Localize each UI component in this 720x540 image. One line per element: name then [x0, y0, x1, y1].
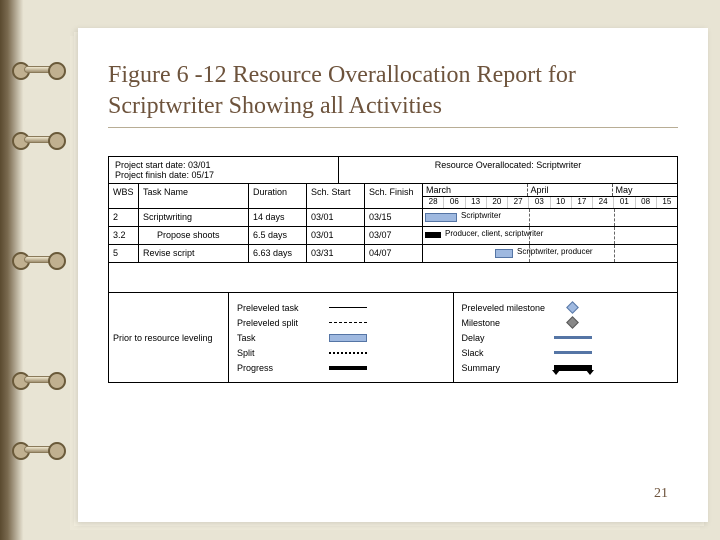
report-table: Project start date: 03/01 Project finish…	[108, 156, 678, 383]
cell-start: 03/01	[307, 209, 365, 226]
col-fin: Sch. Finish	[365, 184, 423, 208]
cell-wbs: 3.2	[109, 227, 139, 244]
gantt-resources: Producer, client, scriptwriter	[445, 229, 543, 238]
cell-duration: 14 days	[249, 209, 307, 226]
cell-gantt: Scriptwriter	[423, 209, 677, 226]
legend-item: Progress	[237, 361, 445, 374]
month-may: May	[613, 184, 678, 196]
table-row: 5Revise script6.63 days03/3104/07 Scriptw…	[109, 245, 677, 263]
legend-item: Preleveled task	[237, 301, 445, 314]
col-task: Task Name	[139, 184, 249, 208]
day-col: 10	[551, 197, 572, 208]
day-col: 06	[444, 197, 465, 208]
cell-gantt: Producer, client, scriptwriter	[423, 227, 677, 244]
legend-item: Delay	[462, 331, 670, 344]
page-number: 21	[654, 486, 668, 502]
cell-start: 03/01	[307, 227, 365, 244]
gantt-bar	[495, 249, 513, 258]
cell-finish: 03/07	[365, 227, 423, 244]
legend-item: Split	[237, 346, 445, 359]
day-col: 13	[466, 197, 487, 208]
legend-item: Milestone	[462, 316, 670, 329]
column-headers: WBS Task Name Duration Sch. Start Sch. F…	[109, 184, 677, 209]
day-col: 27	[508, 197, 529, 208]
slide-page: Figure 6 -12 Resource Overallocation Rep…	[78, 28, 708, 522]
day-col: 01	[614, 197, 635, 208]
figure-title: Figure 6 -12 Resource Overallocation Rep…	[108, 60, 678, 128]
day-col: 24	[593, 197, 614, 208]
day-col: 17	[572, 197, 593, 208]
legend-item: Summary	[462, 361, 670, 374]
project-start-date: Project start date: 03/01	[115, 160, 332, 170]
legend-left-label: Prior to resource leveling	[109, 293, 229, 382]
cell-wbs: 2	[109, 209, 139, 226]
table-row: 2Scriptwriting14 days03/0103/15 Scriptwri…	[109, 209, 677, 227]
overallocated-label: Resource Overallocated: Scriptwriter	[339, 157, 677, 183]
day-col: 15	[657, 197, 677, 208]
timeline-header: March April May 280613202703101724010815	[423, 184, 677, 208]
day-col: 03	[529, 197, 550, 208]
legend-item: Slack	[462, 346, 670, 359]
gantt-resources: Scriptwriter	[461, 211, 501, 220]
legend-item: Preleveled milestone	[462, 301, 670, 314]
cell-gantt: Scriptwriter, producer	[423, 245, 677, 262]
cell-task: Revise script	[139, 245, 249, 262]
cell-task: Propose shoots	[139, 227, 249, 244]
legend: Prior to resource leveling Preleveled ta…	[109, 293, 677, 382]
month-march: March	[423, 184, 528, 196]
cell-start: 03/31	[307, 245, 365, 262]
table-row: 3.2Propose shoots6.5 days03/0103/07 Produ…	[109, 227, 677, 245]
col-dur: Duration	[249, 184, 307, 208]
project-finish-date: Project finish date: 05/17	[115, 170, 332, 180]
cell-finish: 03/15	[365, 209, 423, 226]
cell-finish: 04/07	[365, 245, 423, 262]
day-col: 28	[423, 197, 444, 208]
day-col: 08	[636, 197, 657, 208]
cell-duration: 6.5 days	[249, 227, 307, 244]
col-wbs: WBS	[109, 184, 139, 208]
gantt-bar	[425, 213, 457, 222]
legend-item: Task	[237, 331, 445, 344]
cell-wbs: 5	[109, 245, 139, 262]
col-start: Sch. Start	[307, 184, 365, 208]
cell-task: Scriptwriting	[139, 209, 249, 226]
day-col: 20	[487, 197, 508, 208]
legend-item: Preleveled split	[237, 316, 445, 329]
gantt-bar	[425, 232, 441, 238]
gantt-resources: Scriptwriter, producer	[517, 247, 593, 256]
month-april: April	[528, 184, 613, 196]
cell-duration: 6.63 days	[249, 245, 307, 262]
